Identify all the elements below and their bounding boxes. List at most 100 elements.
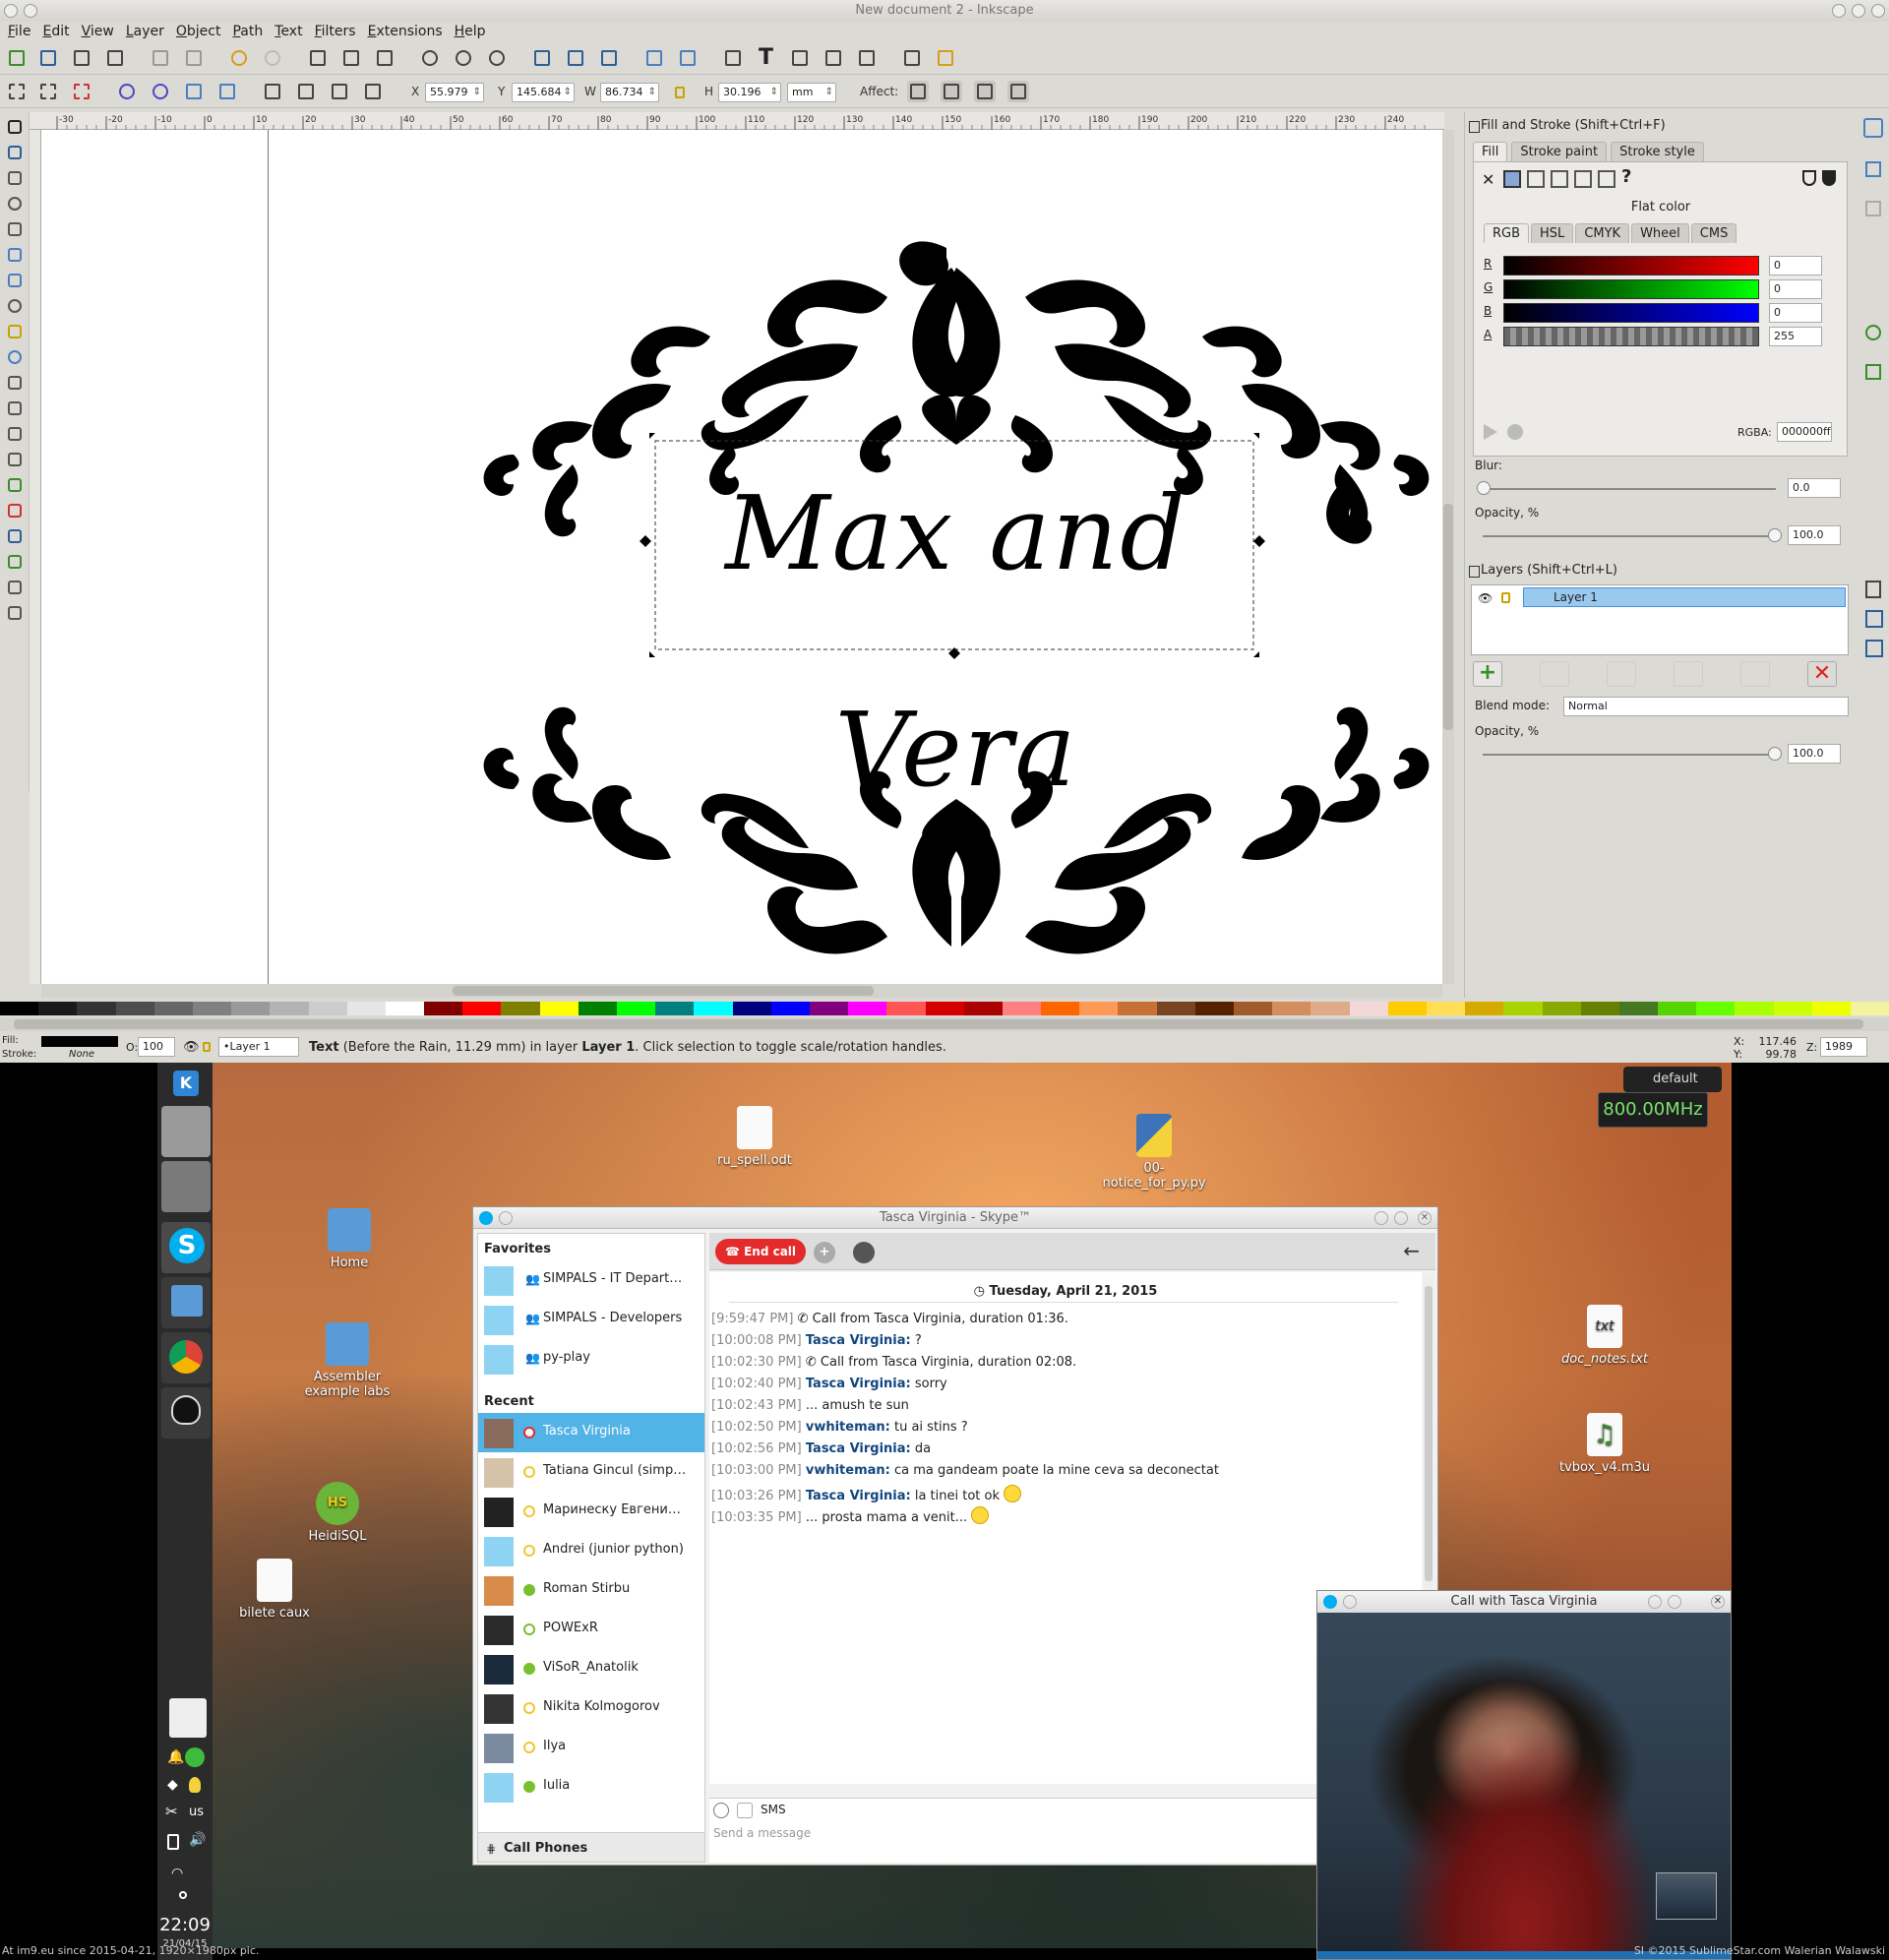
sms-checkbox[interactable] <box>737 1803 753 1818</box>
opacity-knob[interactable] <box>1768 528 1782 542</box>
call-maximize-button[interactable] <box>1668 1595 1681 1609</box>
palette-swatch[interactable] <box>925 1002 964 1015</box>
palette-swatch[interactable] <box>1851 1002 1889 1015</box>
window-menu-button[interactable] <box>4 4 18 18</box>
layer-row-1[interactable]: Layer 1 <box>1523 587 1846 607</box>
end-call-button[interactable]: ☎ End call <box>715 1239 806 1264</box>
emoticon-picker-icon[interactable] <box>713 1803 729 1818</box>
menu-help[interactable]: Help <box>453 22 496 41</box>
snap-grid-icon[interactable] <box>1865 610 1883 628</box>
palette-swatch[interactable] <box>1465 1002 1504 1015</box>
menu-layer[interactable]: Layer <box>124 22 174 41</box>
deselect-icon[interactable] <box>71 81 92 102</box>
palette-swatch[interactable] <box>732 1002 771 1015</box>
palette-swatch[interactable] <box>77 1002 116 1015</box>
minimize-button[interactable] <box>1832 4 1846 18</box>
new-document-icon[interactable] <box>6 47 28 69</box>
palette-swatch[interactable] <box>886 1002 926 1015</box>
green-slider[interactable] <box>1503 279 1759 299</box>
fill-rule-nonzero-icon[interactable] <box>1822 170 1836 186</box>
affect-corners-icon[interactable] <box>941 81 962 102</box>
favorite-item[interactable]: 👥 SIMPALS - Developers <box>478 1300 704 1339</box>
star-tool-icon[interactable] <box>4 321 26 342</box>
favorite-item[interactable]: 👥 py-play <box>478 1339 704 1378</box>
palette-swatch[interactable] <box>153 1002 193 1015</box>
message-sender[interactable]: Tasca Virginia: <box>806 1333 911 1348</box>
open-icon[interactable] <box>37 47 59 69</box>
recent-item[interactable]: Маринеску Евгени… <box>478 1492 704 1531</box>
unset-paint-icon[interactable]: ? <box>1621 166 1631 187</box>
node-tool-icon[interactable] <box>4 142 26 163</box>
drawing-canvas[interactable]: Max and Vera <box>41 130 1442 984</box>
call-phones-button[interactable]: Call Phones <box>478 1832 704 1862</box>
text-tool-icon[interactable] <box>4 449 26 470</box>
preferences-icon[interactable] <box>901 47 923 69</box>
blur-knob[interactable] <box>1477 481 1491 495</box>
snap-bbox-edge-icon[interactable] <box>1865 201 1881 216</box>
no-paint-icon[interactable]: ✕ <box>1482 170 1494 189</box>
select-all-icon[interactable] <box>6 81 28 102</box>
recent-item[interactable]: Iulia <box>478 1767 704 1807</box>
tweak-tool-icon[interactable] <box>4 167 26 189</box>
save-icon[interactable] <box>71 47 92 69</box>
desktop-icon-notice-py[interactable]: 00-notice_for_py.py <box>1100 1114 1208 1191</box>
measure-tool-icon[interactable] <box>4 218 26 240</box>
window-shade-button[interactable] <box>24 4 37 18</box>
fill-rule-evenodd-icon[interactable] <box>1802 170 1816 186</box>
menu-edit[interactable]: Edit <box>40 22 79 41</box>
raise-layer-top-icon[interactable] <box>1540 661 1569 687</box>
raise-top-icon[interactable] <box>362 81 384 102</box>
palette-swatch[interactable] <box>308 1002 347 1015</box>
tab-hsl[interactable]: HSL <box>1531 223 1574 243</box>
recent-item[interactable]: Andrei (junior python) <box>478 1531 704 1570</box>
add-people-icon[interactable]: + <box>814 1242 835 1263</box>
text-font-icon[interactable]: T <box>756 45 777 70</box>
status-opacity-field[interactable]: 100 <box>138 1037 175 1057</box>
recent-item[interactable]: Tatiana Gincul (simp… <box>478 1452 704 1492</box>
color-palette[interactable] <box>0 1002 1889 1015</box>
palette-swatch[interactable] <box>462 1002 502 1015</box>
affect-patterns-icon[interactable] <box>1007 81 1029 102</box>
skype-close-button[interactable]: ✕ <box>1418 1211 1432 1225</box>
snap-bbox-icon[interactable] <box>1865 161 1881 177</box>
keyboard-layout[interactable]: us <box>189 1805 204 1819</box>
desktop-icon-doc-notes[interactable]: txt doc_notes.txt <box>1551 1305 1659 1367</box>
stroke-value[interactable]: None <box>69 1049 94 1060</box>
panel-toolbox-icon[interactable] <box>179 1891 187 1899</box>
affect-stroke-icon[interactable] <box>907 81 929 102</box>
clipboard-icon[interactable] <box>169 1698 207 1738</box>
skype-minimize-button[interactable] <box>1374 1211 1388 1225</box>
task-skype-icon[interactable]: S <box>161 1222 211 1273</box>
w-field[interactable]: 86.734 <box>600 83 659 102</box>
palette-swatch[interactable] <box>270 1002 309 1015</box>
horizontal-scroll-thumb[interactable] <box>453 986 874 996</box>
blue-slider[interactable] <box>1503 303 1759 323</box>
message-sender[interactable]: Tasca Virginia: <box>806 1377 911 1391</box>
tab-cms[interactable]: CMS <box>1690 223 1737 243</box>
palette-swatch[interactable] <box>115 1002 154 1015</box>
print-icon[interactable] <box>104 47 126 69</box>
message-sender[interactable]: vwhiteman: <box>806 1463 890 1478</box>
menu-view[interactable]: View <box>80 22 124 41</box>
palette-swatch[interactable] <box>1503 1002 1543 1015</box>
lower-layer-bottom-icon[interactable] <box>1740 661 1770 687</box>
rotate-cw-icon[interactable] <box>150 81 171 102</box>
chat-scroll-thumb[interactable] <box>1425 1286 1432 1581</box>
lower-layer-icon[interactable] <box>1674 661 1703 687</box>
layers-icon[interactable] <box>789 47 811 69</box>
menu-file[interactable]: File <box>6 22 40 41</box>
radial-gradient-icon[interactable] <box>1551 170 1568 188</box>
tab-wheel[interactable]: Wheel <box>1631 223 1689 243</box>
undo-icon[interactable] <box>228 47 250 69</box>
calligraphy-tool-icon[interactable] <box>4 423 26 445</box>
alpha-slider[interactable] <box>1503 327 1759 346</box>
horizontal-scrollbar[interactable] <box>41 984 1442 998</box>
palette-swatch[interactable] <box>848 1002 887 1015</box>
palette-swatch[interactable] <box>617 1002 656 1015</box>
status-visibility-icon[interactable]: 👁 <box>183 1040 200 1055</box>
vertical-scrollbar[interactable] <box>1442 130 1454 984</box>
rgba-field[interactable]: 000000ff <box>1777 422 1832 442</box>
recent-item[interactable]: Nikita Kolmogorov <box>478 1688 704 1728</box>
status-online-icon[interactable] <box>185 1747 205 1767</box>
clock-time[interactable]: 22:09 <box>157 1915 213 1935</box>
